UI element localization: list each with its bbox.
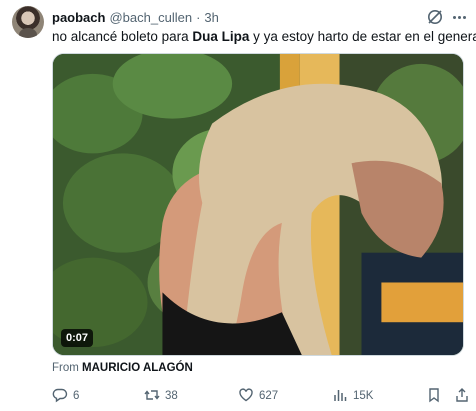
display-name[interactable]: paobach	[52, 10, 105, 25]
more-icon[interactable]	[450, 8, 468, 26]
timestamp[interactable]: 3h	[204, 10, 218, 25]
tweet[interactable]: paobach @bach_cullen · 3h no alcancé bol…	[0, 0, 476, 411]
bookmark-icon	[426, 387, 442, 406]
reply-count: 6	[73, 390, 80, 402]
source-prefix: From	[52, 362, 79, 374]
share-icon	[454, 387, 470, 406]
views-count: 15K	[353, 390, 374, 402]
views-button[interactable]: 15K	[332, 386, 373, 406]
separator-dot: ·	[196, 9, 201, 25]
tweet-text-bold: Dua Lipa	[192, 29, 250, 44]
share-button[interactable]	[454, 386, 470, 406]
tweet-header: paobach @bach_cullen · 3h	[52, 8, 219, 26]
grok-icon[interactable]	[426, 8, 444, 26]
heart-icon	[238, 387, 254, 406]
video-source[interactable]: From MAURICIO ALAGÓN	[52, 362, 193, 374]
like-button[interactable]: 627	[238, 386, 278, 406]
tweet-text-part: y ya estoy harto de estar en el general …	[249, 29, 476, 44]
tweet-text-part: no alcancé boleto para	[52, 29, 193, 44]
views-icon	[332, 387, 348, 406]
bookmark-button[interactable]	[426, 386, 442, 406]
source-name[interactable]: MAURICIO ALAGÓN	[82, 362, 193, 374]
repost-button[interactable]: 38	[144, 386, 178, 406]
repost-icon	[144, 387, 160, 406]
repost-count: 38	[165, 390, 178, 402]
video-player[interactable]	[52, 53, 464, 356]
video-duration: 0:07	[61, 329, 94, 347]
user-handle[interactable]: @bach_cullen	[109, 10, 192, 25]
tweet-text: no alcancé boleto para Dua Lipa y ya est…	[52, 28, 476, 46]
reply-icon	[52, 387, 68, 406]
like-count: 627	[259, 390, 279, 402]
avatar[interactable]	[12, 6, 44, 38]
action-bar: 6 38 627 15K	[52, 386, 472, 406]
reply-button[interactable]: 6	[52, 386, 79, 406]
